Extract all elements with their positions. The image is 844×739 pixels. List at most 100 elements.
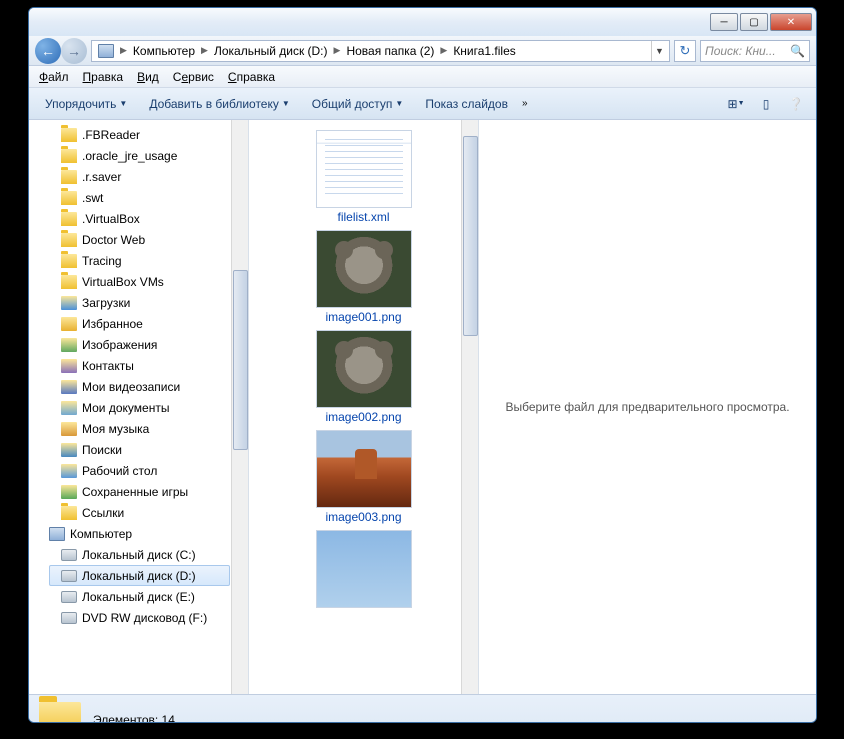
status-folder-icon: [39, 702, 81, 724]
scrollbar-thumb[interactable]: [463, 136, 478, 336]
tree-item[interactable]: Избранное: [29, 313, 248, 334]
tree-scrollbar[interactable]: [231, 120, 248, 694]
menu-view[interactable]: Вид: [131, 68, 165, 86]
files-scrollbar[interactable]: [461, 120, 478, 694]
maximize-button[interactable]: ▢: [740, 13, 768, 31]
tree-item[interactable]: Сохраненные игры: [29, 481, 248, 502]
tree-item[interactable]: Изображения: [29, 334, 248, 355]
tree-item[interactable]: VirtualBox VMs: [29, 271, 248, 292]
file-label: filelist.xml: [337, 210, 389, 224]
file-item[interactable]: [304, 530, 424, 608]
view-mode-button[interactable]: ⊞▼: [724, 94, 748, 114]
minimize-button[interactable]: ─: [710, 13, 738, 31]
slideshow-button[interactable]: Показ слайдов: [417, 93, 516, 115]
computer-icon: [49, 527, 65, 541]
menu-tools[interactable]: Сервис: [167, 68, 220, 86]
file-thumbnail: [316, 130, 412, 208]
folder-icon: [61, 275, 77, 289]
titlebar[interactable]: ─ ▢ ✕: [29, 8, 816, 36]
tree-item-label: .VirtualBox: [82, 212, 140, 226]
tree-item[interactable]: .swt: [29, 187, 248, 208]
tree-item[interactable]: Tracing: [29, 250, 248, 271]
chevron-down-icon: ▼: [282, 99, 290, 108]
tree-item-label: .r.saver: [82, 170, 121, 184]
add-to-library-button[interactable]: Добавить в библиотеку▼: [141, 93, 297, 115]
tree-item-label: Tracing: [82, 254, 122, 268]
folder-icon: [61, 149, 77, 163]
drive-icon: [61, 612, 77, 624]
tree-item[interactable]: .r.saver: [29, 166, 248, 187]
tree-item-label: Doctor Web: [82, 233, 145, 247]
tree-item[interactable]: Контакты: [29, 355, 248, 376]
tree-item-label: Сохраненные игры: [82, 485, 188, 499]
special-folder-icon: [61, 485, 77, 499]
special-folder-icon: [61, 464, 77, 478]
address-dropdown[interactable]: ▼: [651, 41, 667, 61]
organize-button[interactable]: Упорядочить▼: [37, 93, 135, 115]
tree-item-label: Мои видеозаписи: [82, 380, 180, 394]
file-item[interactable]: image001.png: [304, 230, 424, 324]
menu-file[interactable]: Файл: [33, 68, 75, 86]
special-folder-icon: [61, 380, 77, 394]
address-bar[interactable]: ▶ Компьютер ▶ Локальный диск (D:) ▶ Нова…: [91, 40, 670, 62]
breadcrumb-item[interactable]: Книга1.files: [449, 41, 519, 61]
tree-item-label: .oracle_jre_usage: [82, 149, 177, 163]
preview-pane-button[interactable]: ▯: [754, 94, 778, 114]
tree-item-label: Ссылки: [82, 506, 124, 520]
folder-icon: [61, 212, 77, 226]
drive-icon: [61, 570, 77, 582]
refresh-button[interactable]: ↻: [674, 40, 696, 62]
file-thumbnail: [316, 330, 412, 408]
tree-item[interactable]: Моя музыка: [29, 418, 248, 439]
tree-item[interactable]: Мои документы: [29, 397, 248, 418]
file-label: image002.png: [325, 410, 401, 424]
file-thumbnail: [316, 430, 412, 508]
close-button[interactable]: ✕: [770, 13, 812, 31]
tree-section[interactable]: Компьютер: [29, 523, 248, 544]
tree-item-label: Локальный диск (C:): [82, 548, 196, 562]
tree-item-label: Компьютер: [70, 527, 132, 541]
file-item[interactable]: image003.png: [304, 430, 424, 524]
breadcrumb-item[interactable]: Компьютер: [129, 41, 199, 61]
file-label: image003.png: [325, 510, 401, 524]
tree-item[interactable]: Загрузки: [29, 292, 248, 313]
more-icon[interactable]: »: [522, 98, 528, 109]
back-button[interactable]: ←: [35, 38, 61, 64]
scrollbar-thumb[interactable]: [233, 270, 248, 450]
breadcrumb-item[interactable]: Локальный диск (D:): [210, 41, 332, 61]
menu-bar: Файл Правка Вид Сервис Справка: [29, 66, 816, 88]
folder-icon: [61, 506, 77, 520]
tree-item[interactable]: .VirtualBox: [29, 208, 248, 229]
tree-item-label: VirtualBox VMs: [82, 275, 164, 289]
file-thumbnail: [316, 530, 412, 608]
drive-icon: [61, 591, 77, 603]
tree-item[interactable]: Локальный диск (C:): [29, 544, 248, 565]
tree-item-label: Мои документы: [82, 401, 169, 415]
tree-item[interactable]: Поиски: [29, 439, 248, 460]
tree-item[interactable]: DVD RW дисковод (F:): [29, 607, 248, 628]
toolbar: Упорядочить▼ Добавить в библиотеку▼ Общи…: [29, 88, 816, 120]
tree-item[interactable]: Локальный диск (D:): [49, 565, 230, 586]
search-icon[interactable]: 🔍: [790, 44, 805, 58]
tree-item[interactable]: Рабочий стол: [29, 460, 248, 481]
tree-item[interactable]: Мои видеозаписи: [29, 376, 248, 397]
file-list: filelist.xml image001.png image002.png imag…: [249, 120, 479, 694]
help-button[interactable]: ❔: [784, 94, 808, 114]
breadcrumb-item[interactable]: Новая папка (2): [342, 41, 438, 61]
file-item[interactable]: filelist.xml: [304, 130, 424, 224]
tree-item[interactable]: Ссылки: [29, 502, 248, 523]
menu-edit[interactable]: Правка: [77, 68, 130, 86]
tree-item[interactable]: .oracle_jre_usage: [29, 145, 248, 166]
tree-item[interactable]: Локальный диск (E:): [29, 586, 248, 607]
file-thumbnail: [316, 230, 412, 308]
forward-button[interactable]: →: [61, 38, 87, 64]
tree-item-label: .swt: [82, 191, 103, 205]
file-item[interactable]: image002.png: [304, 330, 424, 424]
special-folder-icon: [61, 359, 77, 373]
chevron-down-icon: ▼: [395, 99, 403, 108]
share-button[interactable]: Общий доступ▼: [304, 93, 412, 115]
tree-item[interactable]: Doctor Web: [29, 229, 248, 250]
tree-item[interactable]: .FBReader: [29, 124, 248, 145]
search-input[interactable]: Поиск: Кни... 🔍: [700, 40, 810, 62]
menu-help[interactable]: Справка: [222, 68, 281, 86]
